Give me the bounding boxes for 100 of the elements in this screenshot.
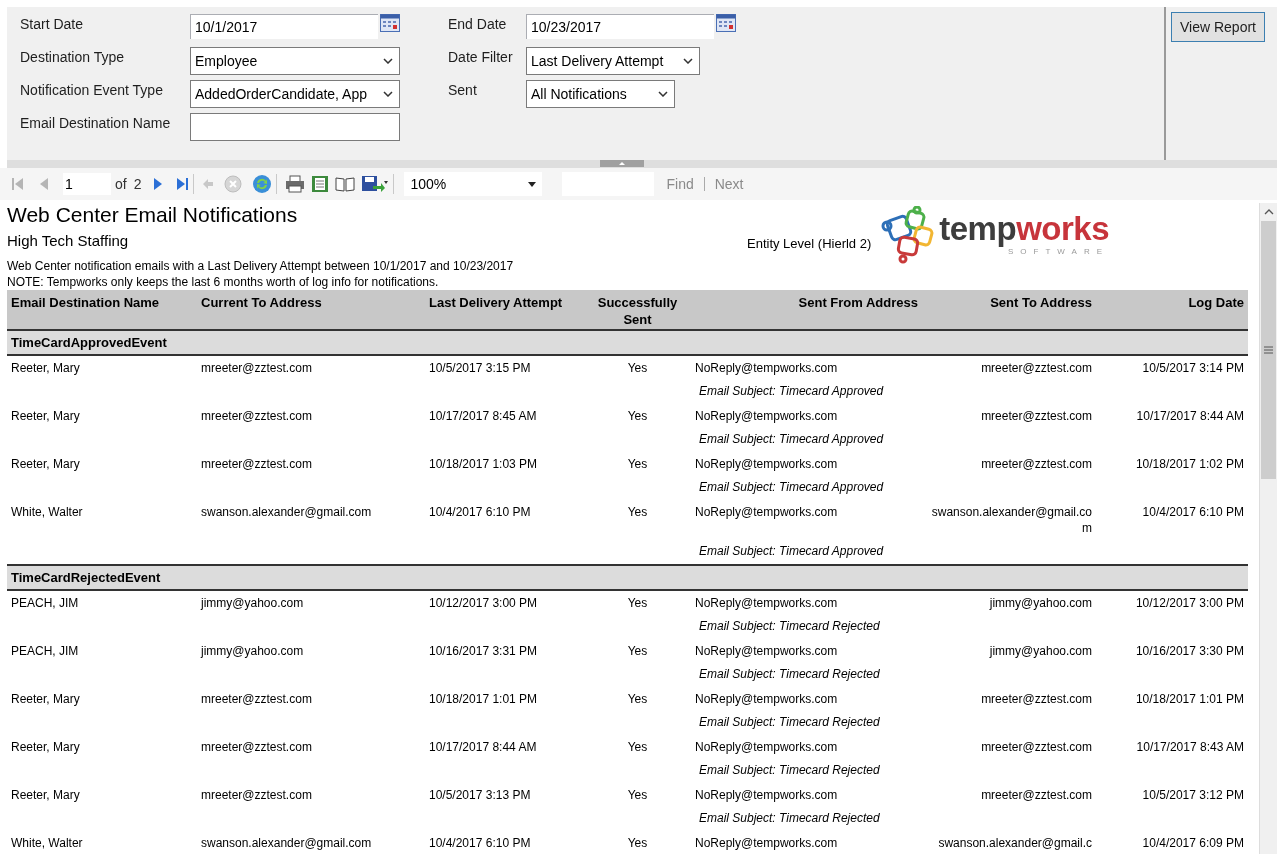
calendar-icon[interactable] bbox=[380, 14, 400, 32]
table-cell-text: 10/18/2017 1:01 PM bbox=[1134, 691, 1245, 707]
scrollbar-thumb[interactable] bbox=[1261, 221, 1276, 479]
table-cell-text: 10/4/2017 6:10 PM bbox=[428, 504, 532, 521]
page-layout-icon[interactable] bbox=[311, 175, 330, 193]
dropdown[interactable]: Last Delivery Attempt bbox=[526, 47, 700, 75]
group-header: TimeCardRejectedEvent bbox=[7, 566, 1248, 591]
date-field[interactable]: 10/23/2017 bbox=[526, 14, 714, 39]
table-cell-text: 10/18/2017 1:01 PM bbox=[428, 691, 539, 707]
calendar-icon[interactable] bbox=[716, 14, 736, 32]
table-cell-text: 10/5/2017 3:14 PM bbox=[1141, 360, 1245, 376]
table-cell-text: 10/4/2017 6:10 PM bbox=[428, 835, 532, 851]
chevron-down-icon bbox=[383, 91, 393, 97]
email-subject: Email Subject: Timecard Rejected bbox=[698, 714, 880, 730]
page-number-field[interactable]: 1 bbox=[63, 173, 111, 195]
date-field[interactable]: 10/1/2017 bbox=[190, 14, 378, 39]
chevron-down-icon bbox=[383, 58, 393, 64]
table-cell-text: Yes bbox=[626, 456, 649, 472]
chevron-down-icon bbox=[658, 91, 668, 97]
column-header: Log Date bbox=[1187, 294, 1245, 312]
next-page-icon[interactable] bbox=[153, 177, 164, 191]
column-header: Last Delivery Attempt bbox=[428, 294, 564, 312]
table-cell-text: mreeter@zztest.com bbox=[980, 691, 1093, 707]
field-label: End Date bbox=[448, 15, 508, 34]
table-cell-text: 10/5/2017 3:15 PM bbox=[428, 360, 532, 376]
table-cell-text: NoReply@tempworks.com bbox=[694, 739, 839, 755]
field-label: Sent bbox=[448, 81, 478, 100]
refresh-icon[interactable] bbox=[252, 174, 273, 194]
of-label: of bbox=[115, 174, 127, 194]
table-cell-text: Yes bbox=[626, 360, 649, 376]
table-cell-text: White, Walter bbox=[10, 835, 84, 851]
report-description: Web Center notification emails with a Last Delivery Attempt between 10/1/2017 and 10/23/2017 bbox=[7, 258, 515, 274]
table-cell-text: NoReply@tempworks.com bbox=[694, 835, 839, 851]
table-cell-text: 10/16/2017 3:31 PM bbox=[428, 643, 539, 659]
table-cell-text: mreeter@zztest.com bbox=[980, 408, 1093, 424]
vertical-scrollbar[interactable] bbox=[1259, 203, 1277, 854]
table-cell-text: Yes bbox=[626, 739, 649, 755]
report-note: NOTE: Tempworks only keeps the last 6 months worth of log info for notifications. bbox=[7, 274, 440, 290]
report-title: Web Center Email Notifications bbox=[7, 202, 299, 228]
table-cell-text: 10/16/2017 3:30 PM bbox=[1134, 643, 1245, 659]
table-cell-text: 10/5/2017 3:13 PM bbox=[428, 787, 532, 803]
table-cell-text: Reeter, Mary bbox=[10, 787, 81, 803]
table-cell-text: Reeter, Mary bbox=[10, 691, 81, 707]
last-page-icon[interactable] bbox=[175, 177, 190, 191]
dropdown[interactable]: All Notifications bbox=[526, 80, 675, 108]
tempworks-logo: tempworks SOFTWARE bbox=[881, 206, 1109, 264]
table-cell-text: Yes bbox=[626, 787, 649, 803]
table-cell-text: mreeter@zztest.com bbox=[200, 787, 313, 803]
table-cell-text: PEACH, JIM bbox=[10, 643, 80, 659]
column-header: Email Destination Name bbox=[10, 294, 161, 312]
table-cell-text: NoReply@tempworks.com bbox=[694, 787, 839, 803]
field-label: Notification Event Type bbox=[20, 81, 164, 100]
table-cell-text: jimmy@yahoo.com bbox=[199, 595, 305, 611]
field-label: Start Date bbox=[20, 15, 85, 34]
table-cell-text: swanson.alexander@gmail.com bbox=[200, 835, 373, 851]
table-cell-text: 10/12/2017 3:00 PM bbox=[1134, 595, 1245, 611]
email-subject: Email Subject: Timecard Rejected bbox=[698, 810, 880, 826]
table-cell-text: mreeter@zztest.com bbox=[980, 787, 1093, 803]
caret-icon bbox=[528, 181, 537, 187]
table-cell-text: NoReply@tempworks.com bbox=[694, 595, 839, 611]
email-subject: Email Subject: Timecard Approved bbox=[698, 431, 884, 447]
column-header: Sent To Address bbox=[989, 294, 1093, 312]
table-cell-text: 10/12/2017 3:00 PM bbox=[428, 595, 539, 611]
view-report-button[interactable]: View Report bbox=[1171, 12, 1265, 42]
report-subtitle: High Tech Staffing bbox=[7, 231, 130, 251]
table-cell-text: Reeter, Mary bbox=[10, 739, 81, 755]
table-cell-text: swanson.alexander@gmail.com bbox=[930, 504, 1093, 536]
field-label: Destination Type bbox=[20, 48, 126, 67]
email-subject: Email Subject: Timecard Rejected bbox=[698, 618, 880, 634]
table-cell-text: Yes bbox=[626, 504, 649, 521]
table-cell-text: swanson.alexander@gmail.c bbox=[937, 835, 1093, 851]
text-field[interactable] bbox=[190, 113, 400, 141]
dropdown[interactable]: Employee bbox=[190, 47, 400, 75]
table-cell-text: NoReply@tempworks.com bbox=[694, 456, 839, 472]
chevron-down-icon bbox=[683, 58, 693, 64]
field-label: Email Destination Name bbox=[20, 114, 172, 133]
email-subject: Email Subject: Timecard Approved bbox=[698, 383, 884, 399]
table-cell-text: mreeter@zztest.com bbox=[980, 456, 1093, 472]
table-cell-text: NoReply@tempworks.com bbox=[694, 691, 839, 707]
table-cell-text: Yes bbox=[626, 408, 649, 424]
dropdown[interactable]: AddedOrderCandidate, App bbox=[190, 80, 400, 108]
table-cell-text: mreeter@zztest.com bbox=[980, 739, 1093, 755]
table-cell-text: Yes bbox=[626, 835, 649, 851]
column-header: Sent From Address bbox=[797, 294, 919, 312]
table-cell-text: mreeter@zztest.com bbox=[200, 739, 313, 755]
table-cell-text: Reeter, Mary bbox=[10, 408, 81, 424]
collapse-handle-icon[interactable] bbox=[600, 160, 644, 167]
table-cell-text: 10/4/2017 6:09 PM bbox=[1141, 835, 1245, 851]
table-cell-text: jimmy@yahoo.com bbox=[988, 643, 1093, 659]
page-count: 2 bbox=[133, 174, 142, 194]
email-subject: Email Subject: Timecard Approved bbox=[698, 543, 884, 559]
table-cell-text: 10/17/2017 8:44 AM bbox=[428, 739, 538, 755]
zoom-dropdown[interactable]: 100% bbox=[404, 172, 543, 196]
printer-icon[interactable] bbox=[285, 175, 306, 193]
save-dropdown-icon[interactable] bbox=[361, 175, 390, 193]
table-cell-text: jimmy@yahoo.com bbox=[199, 643, 305, 659]
table-cell-text: 10/17/2017 8:45 AM bbox=[428, 408, 538, 424]
open-book-icon[interactable] bbox=[335, 176, 356, 192]
table-cell-text: Yes bbox=[626, 595, 649, 611]
table-cell-text: NoReply@tempworks.com bbox=[694, 504, 839, 521]
